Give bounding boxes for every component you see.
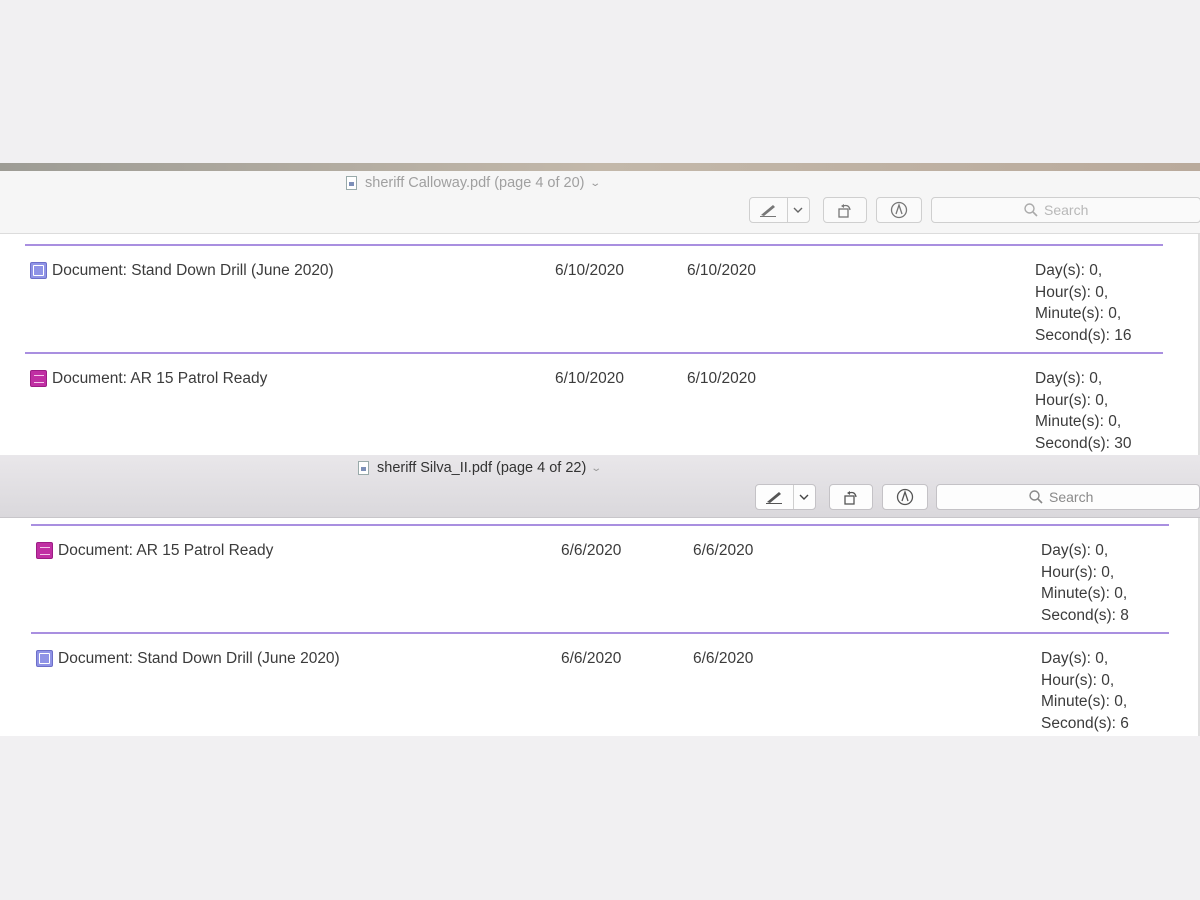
chevron-down-icon bbox=[793, 207, 803, 213]
annotate-button[interactable] bbox=[882, 484, 928, 510]
end-date: 6/10/2020 bbox=[687, 262, 756, 279]
search-icon bbox=[1024, 203, 1038, 217]
pink-document-icon bbox=[30, 370, 47, 388]
preview-window-calloway: sheriff Calloway.pdf (page 4 of 20) ⌄ Se… bbox=[0, 163, 1200, 456]
window-title-text: sheriff Silva_II.pdf (page 4 of 22) bbox=[377, 460, 587, 476]
highlighter-icon bbox=[760, 205, 777, 217]
duration-days: Day(s): 0, bbox=[1035, 262, 1103, 279]
window-title-text: sheriff Calloway.pdf (page 4 of 20) bbox=[365, 175, 585, 191]
start-date: 6/6/2020 bbox=[561, 650, 622, 667]
duration-seconds: Second(s): 30 bbox=[1035, 434, 1132, 452]
title-bar: sheriff Calloway.pdf (page 4 of 20) ⌄ Se… bbox=[0, 171, 1200, 234]
rotate-button[interactable] bbox=[829, 484, 873, 510]
window-top-edge bbox=[0, 163, 1200, 171]
row-divider bbox=[31, 632, 1169, 634]
document-name: Document: Stand Down Drill (June 2020) bbox=[58, 650, 340, 667]
chevron-down-icon[interactable]: ⌄ bbox=[589, 178, 601, 189]
markup-menu-button[interactable] bbox=[794, 485, 815, 509]
row-divider bbox=[31, 524, 1169, 526]
preview-window-silva: sheriff Silva_II.pdf (page 4 of 22) ⌄ Se… bbox=[0, 455, 1200, 736]
duration-minutes: Minute(s): 0, bbox=[1041, 585, 1128, 602]
document-name: Document: AR 15 Patrol Ready bbox=[58, 542, 274, 559]
duration-minutes: Minute(s): 0, bbox=[1035, 413, 1122, 430]
markup-button-group bbox=[755, 484, 816, 510]
rotate-button[interactable] bbox=[823, 197, 867, 223]
start-date: 6/6/2020 bbox=[561, 542, 622, 559]
document-name: Document: AR 15 Patrol Ready bbox=[52, 370, 268, 387]
duration: Day(s): 0, Hour(s): 0, Minute(s): 0, Sec… bbox=[1041, 648, 1129, 734]
duration-hours: Hour(s): 0, bbox=[1041, 563, 1115, 581]
highlighter-icon bbox=[766, 492, 783, 504]
duration-hours: Hour(s): 0, bbox=[1041, 671, 1115, 689]
window-title[interactable]: sheriff Silva_II.pdf (page 4 of 22) ⌄ bbox=[358, 460, 603, 476]
pink-document-icon bbox=[36, 542, 53, 560]
blue-document-icon bbox=[30, 262, 47, 280]
duration-minutes: Minute(s): 0, bbox=[1035, 305, 1122, 322]
pen-circle-icon bbox=[890, 201, 908, 219]
annotate-button[interactable] bbox=[876, 197, 922, 223]
start-date: 6/10/2020 bbox=[555, 262, 624, 279]
chevron-down-icon[interactable]: ⌄ bbox=[591, 463, 603, 474]
document-page: Document: AR 15 Patrol Ready 6/6/2020 6/… bbox=[0, 518, 1200, 736]
pdf-file-icon bbox=[358, 461, 369, 475]
start-date: 6/10/2020 bbox=[555, 370, 624, 387]
duration: Day(s): 0, Hour(s): 0, Minute(s): 0, Sec… bbox=[1035, 260, 1132, 346]
highlight-button[interactable] bbox=[750, 198, 788, 222]
duration-hours: Hour(s): 0, bbox=[1035, 391, 1109, 409]
rotate-icon bbox=[844, 491, 857, 505]
pdf-file-icon bbox=[346, 176, 357, 190]
duration: Day(s): 0, Hour(s): 0, Minute(s): 0, Sec… bbox=[1041, 540, 1129, 626]
rotate-icon bbox=[838, 204, 851, 218]
document-name: Document: Stand Down Drill (June 2020) bbox=[52, 262, 334, 279]
window-title[interactable]: sheriff Calloway.pdf (page 4 of 20) ⌄ bbox=[346, 175, 601, 191]
duration-seconds: Second(s): 8 bbox=[1041, 606, 1129, 624]
pen-circle-icon bbox=[896, 488, 914, 506]
background bbox=[0, 736, 1200, 900]
title-bar: sheriff Silva_II.pdf (page 4 of 22) ⌄ Se… bbox=[0, 455, 1200, 518]
search-field[interactable]: Search bbox=[931, 197, 1200, 223]
markup-button-group bbox=[749, 197, 810, 223]
document-page: Document: Stand Down Drill (June 2020) 6… bbox=[0, 234, 1200, 456]
chevron-down-icon bbox=[799, 494, 809, 500]
markup-menu-button[interactable] bbox=[788, 198, 809, 222]
search-placeholder: Search bbox=[1049, 489, 1094, 505]
search-field[interactable]: Search bbox=[936, 484, 1200, 510]
end-date: 6/6/2020 bbox=[693, 650, 754, 667]
duration-days: Day(s): 0, bbox=[1041, 542, 1109, 559]
duration-seconds: Second(s): 16 bbox=[1035, 326, 1132, 344]
duration: Day(s): 0, Hour(s): 0, Minute(s): 0, Sec… bbox=[1035, 368, 1132, 454]
row-divider bbox=[25, 352, 1163, 354]
duration-hours: Hour(s): 0, bbox=[1035, 283, 1109, 301]
duration-days: Day(s): 0, bbox=[1035, 370, 1103, 387]
highlight-button[interactable] bbox=[756, 485, 794, 509]
search-placeholder: Search bbox=[1044, 202, 1089, 218]
end-date: 6/6/2020 bbox=[693, 542, 754, 559]
search-icon bbox=[1029, 490, 1043, 504]
row-divider bbox=[25, 244, 1163, 246]
duration-seconds: Second(s): 6 bbox=[1041, 714, 1129, 732]
duration-days: Day(s): 0, bbox=[1041, 650, 1109, 667]
duration-minutes: Minute(s): 0, bbox=[1041, 693, 1128, 710]
end-date: 6/10/2020 bbox=[687, 370, 756, 387]
blue-document-icon bbox=[36, 650, 53, 668]
